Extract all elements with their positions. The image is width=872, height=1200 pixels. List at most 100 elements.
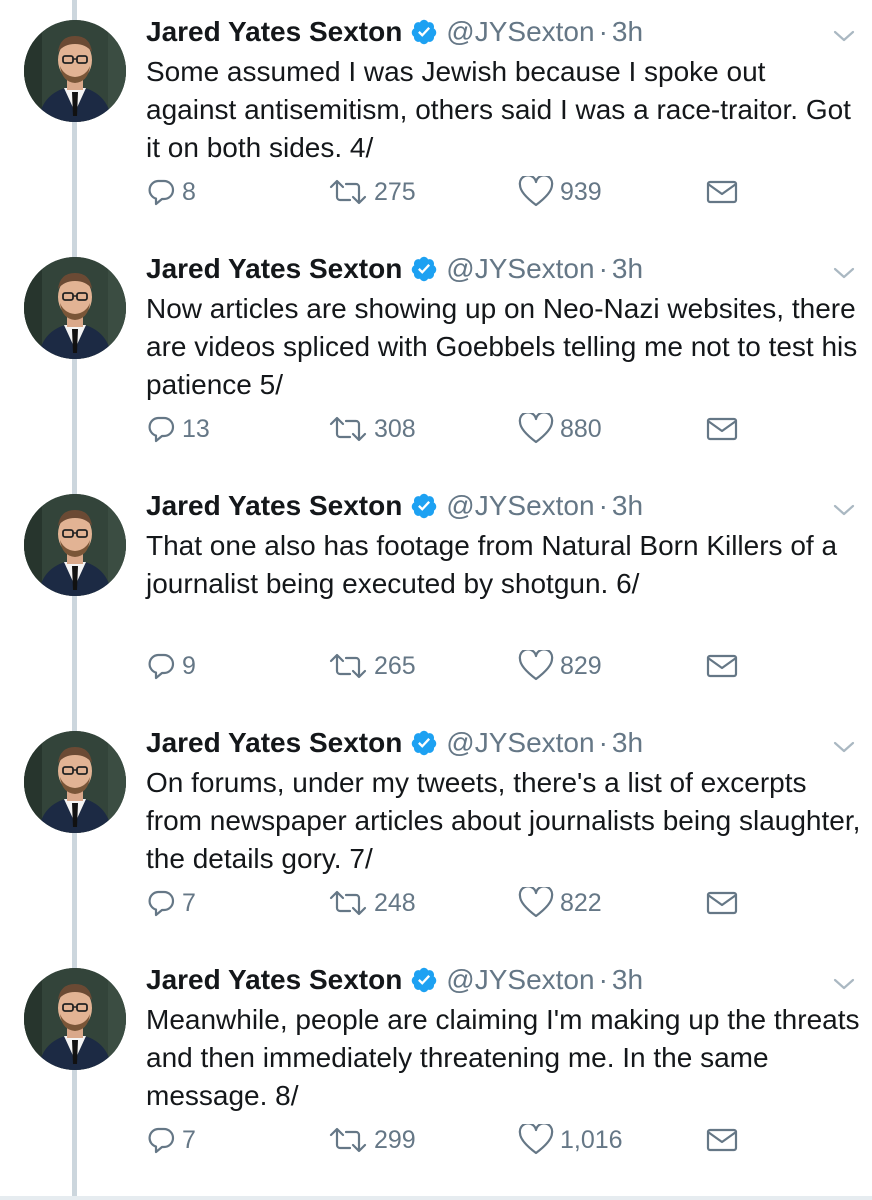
- timestamp[interactable]: 3h: [612, 490, 643, 522]
- timestamp[interactable]: 3h: [612, 964, 643, 996]
- retweet-icon: [328, 651, 368, 681]
- tweet-text: That one also has footage from Natural B…: [146, 530, 838, 599]
- verified-badge-icon: [410, 18, 438, 46]
- reply-icon: [146, 177, 176, 207]
- reply-button[interactable]: 9: [146, 648, 196, 684]
- like-count: 829: [560, 651, 602, 680]
- envelope-icon: [706, 889, 738, 917]
- like-count: 939: [560, 177, 602, 206]
- tweet-header: Jared Yates Sexton @JYSexton · 3h: [146, 962, 643, 998]
- tweet[interactable]: Jared Yates Sexton @JYSexton · 3h That o…: [0, 474, 872, 711]
- separator-dot: ·: [598, 490, 608, 521]
- retweet-icon: [328, 177, 368, 207]
- verified-badge-icon: [410, 729, 438, 757]
- direct-message-button[interactable]: [706, 1122, 738, 1158]
- author-name[interactable]: Jared Yates Sexton: [146, 964, 402, 996]
- heart-icon: [518, 887, 554, 919]
- author-handle[interactable]: @JYSexton: [446, 253, 594, 285]
- timestamp[interactable]: 3h: [612, 727, 643, 759]
- avatar[interactable]: [24, 494, 126, 596]
- like-button[interactable]: 822: [518, 885, 602, 921]
- reply-count: 7: [182, 1125, 196, 1154]
- envelope-icon: [706, 652, 738, 680]
- retweet-button[interactable]: 308: [328, 411, 416, 447]
- timestamp[interactable]: 3h: [612, 253, 643, 285]
- retweet-button[interactable]: 275: [328, 174, 416, 210]
- chevron-down-icon[interactable]: [830, 259, 858, 287]
- reply-count: 8: [182, 177, 196, 206]
- reply-button[interactable]: 13: [146, 411, 210, 447]
- tweet[interactable]: Jared Yates Sexton @JYSexton · 3h Some a…: [0, 0, 872, 237]
- author-name[interactable]: Jared Yates Sexton: [146, 16, 402, 48]
- author-handle[interactable]: @JYSexton: [446, 16, 594, 48]
- avatar[interactable]: [24, 20, 126, 122]
- retweet-icon: [328, 888, 368, 918]
- author-name[interactable]: Jared Yates Sexton: [146, 490, 402, 522]
- verified-badge-icon: [410, 966, 438, 994]
- retweet-count: 308: [374, 414, 416, 443]
- tweet[interactable]: Jared Yates Sexton @JYSexton · 3h Now ar…: [0, 237, 872, 474]
- like-button[interactable]: 829: [518, 648, 602, 684]
- like-button[interactable]: 939: [518, 174, 602, 210]
- author-name[interactable]: Jared Yates Sexton: [146, 727, 402, 759]
- reply-button[interactable]: 7: [146, 885, 196, 921]
- tweet-text: Meanwhile, people are claiming I'm makin…: [146, 1004, 860, 1111]
- tweet-header: Jared Yates Sexton @JYSexton · 3h: [146, 14, 643, 50]
- author-handle[interactable]: @JYSexton: [446, 490, 594, 522]
- retweet-button[interactable]: 299: [328, 1122, 416, 1158]
- heart-icon: [518, 650, 554, 682]
- reply-count: 13: [182, 414, 210, 443]
- envelope-icon: [706, 178, 738, 206]
- direct-message-button[interactable]: [706, 648, 738, 684]
- direct-message-button[interactable]: [706, 885, 738, 921]
- retweet-count: 299: [374, 1125, 416, 1154]
- retweet-button[interactable]: 265: [328, 648, 416, 684]
- retweet-icon: [328, 1125, 368, 1155]
- author-name[interactable]: Jared Yates Sexton: [146, 253, 402, 285]
- tweet-text: On forums, under my tweets, there's a li…: [146, 767, 861, 874]
- chevron-down-icon[interactable]: [830, 733, 858, 761]
- retweet-button[interactable]: 248: [328, 885, 416, 921]
- bottom-divider: [0, 1196, 872, 1200]
- retweet-icon: [328, 414, 368, 444]
- like-button[interactable]: 1,016: [518, 1122, 623, 1158]
- verified-badge-icon: [410, 255, 438, 283]
- chevron-down-icon[interactable]: [830, 970, 858, 998]
- separator-dot: ·: [598, 16, 608, 47]
- tweet[interactable]: Jared Yates Sexton @JYSexton · 3h On for…: [0, 711, 872, 948]
- avatar[interactable]: [24, 968, 126, 1070]
- reply-button[interactable]: 8: [146, 174, 196, 210]
- tweet-text: Some assumed I was Jewish because I spok…: [146, 56, 851, 163]
- separator-dot: ·: [598, 964, 608, 995]
- tweet[interactable]: Jared Yates Sexton @JYSexton · 3h Meanwh…: [0, 948, 872, 1185]
- direct-message-button[interactable]: [706, 411, 738, 447]
- tweet-actions: 7 299 1,016: [146, 1122, 746, 1158]
- like-button[interactable]: 880: [518, 411, 602, 447]
- like-count: 1,016: [560, 1125, 623, 1154]
- heart-icon: [518, 413, 554, 445]
- reply-button[interactable]: 7: [146, 1122, 196, 1158]
- retweet-count: 248: [374, 888, 416, 917]
- chevron-down-icon[interactable]: [830, 496, 858, 524]
- separator-dot: ·: [598, 727, 608, 758]
- like-count: 880: [560, 414, 602, 443]
- tweet-actions: 9 265 829: [146, 648, 746, 684]
- author-handle[interactable]: @JYSexton: [446, 727, 594, 759]
- chevron-down-icon[interactable]: [830, 22, 858, 50]
- reply-icon: [146, 1125, 176, 1155]
- tweet-header: Jared Yates Sexton @JYSexton · 3h: [146, 251, 643, 287]
- heart-icon: [518, 1124, 554, 1156]
- reply-count: 7: [182, 888, 196, 917]
- avatar[interactable]: [24, 257, 126, 359]
- reply-count: 9: [182, 651, 196, 680]
- tweet-text: Now articles are showing up on Neo-Nazi …: [146, 293, 858, 400]
- direct-message-button[interactable]: [706, 174, 738, 210]
- timestamp[interactable]: 3h: [612, 16, 643, 48]
- reply-icon: [146, 651, 176, 681]
- verified-badge-icon: [410, 492, 438, 520]
- author-handle[interactable]: @JYSexton: [446, 964, 594, 996]
- separator-dot: ·: [598, 253, 608, 284]
- like-count: 822: [560, 888, 602, 917]
- retweet-count: 275: [374, 177, 416, 206]
- avatar[interactable]: [24, 731, 126, 833]
